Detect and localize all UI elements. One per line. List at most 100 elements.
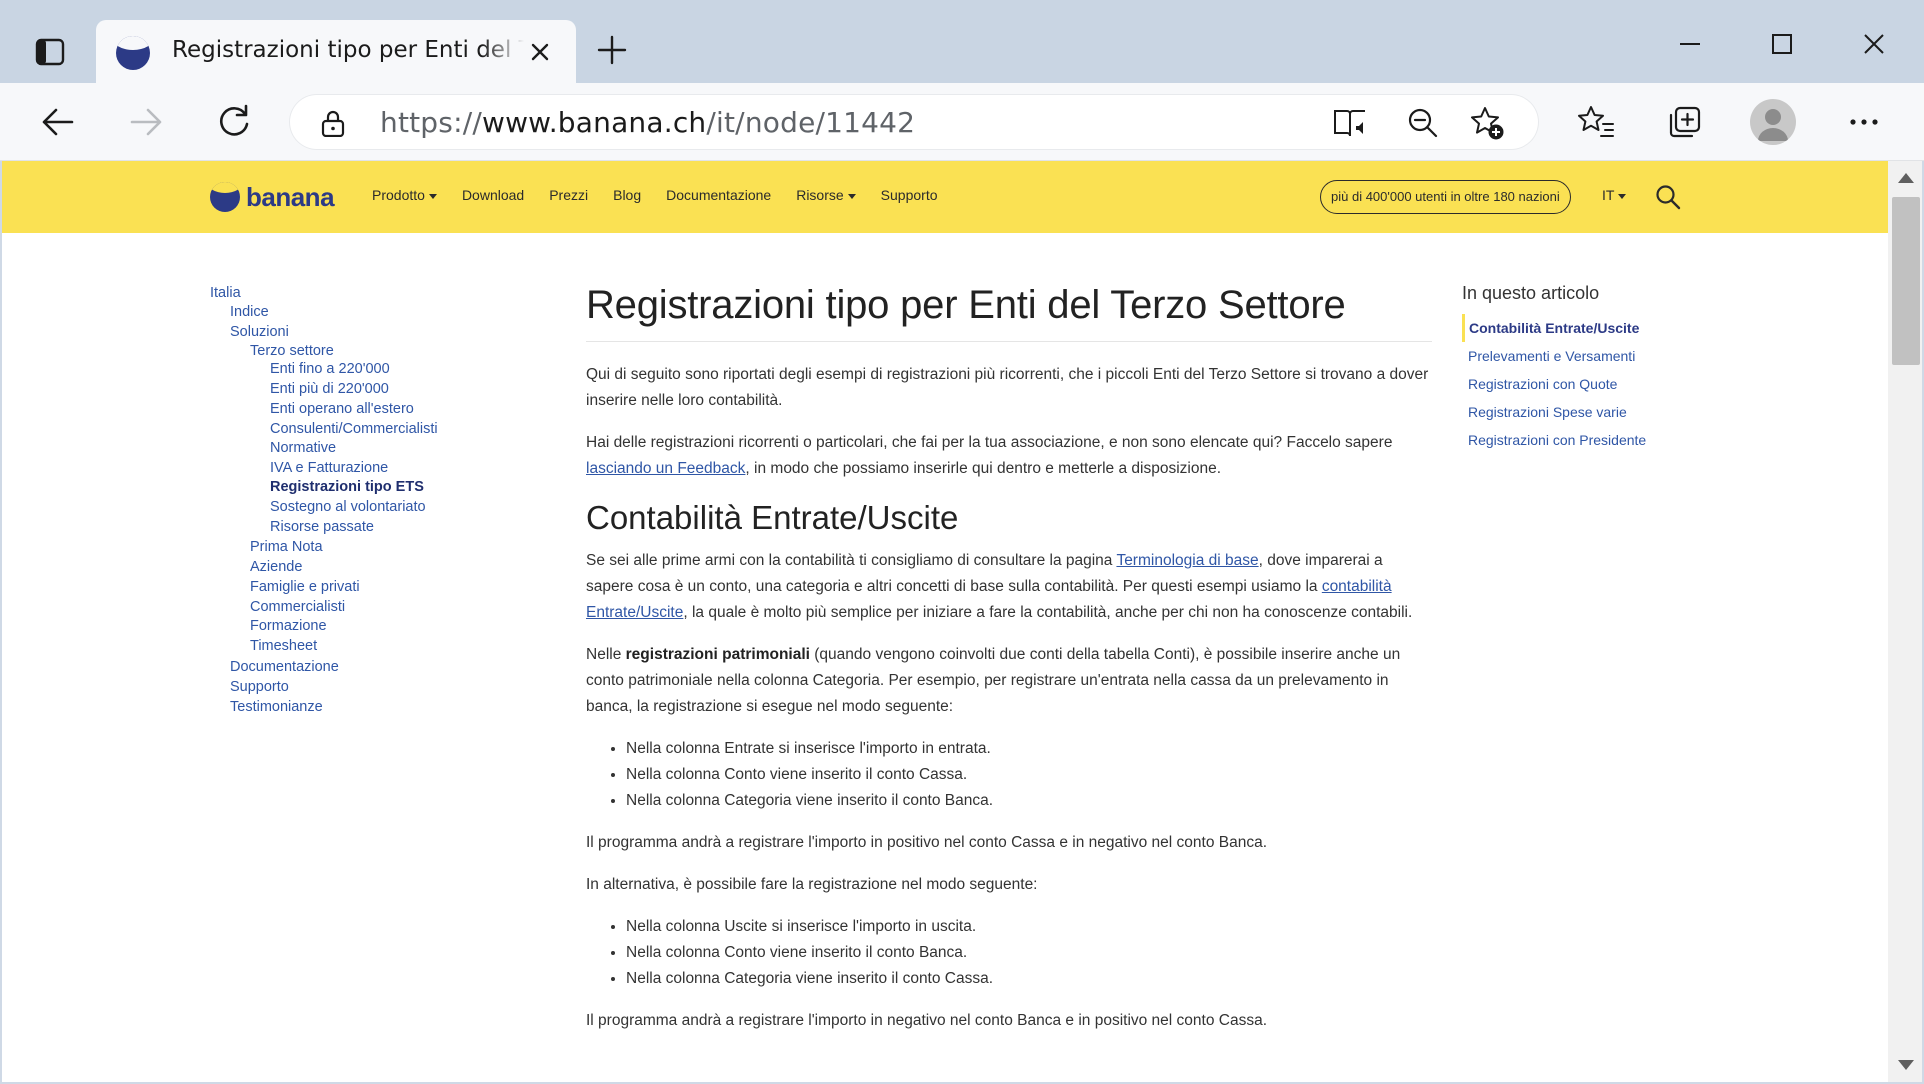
- nav-supporto[interactable]: Supporto: [881, 187, 938, 203]
- feedback-text-pre: Hai delle registrazioni ricorrenti o par…: [586, 434, 1393, 451]
- back-button[interactable]: [34, 99, 82, 145]
- scroll-down-arrow-icon[interactable]: [1898, 1060, 1914, 1070]
- scroll-up-arrow-icon[interactable]: [1898, 173, 1914, 183]
- language-selector[interactable]: IT: [1602, 187, 1627, 203]
- toc-item-presidente[interactable]: Registrazioni con Presidente: [1462, 426, 1702, 454]
- language-label: IT: [1602, 187, 1615, 203]
- toc-item-quote[interactable]: Registrazioni con Quote: [1462, 370, 1702, 398]
- alternative-paragraph: In alternativa, è possibile fare la regi…: [586, 876, 1038, 893]
- site-nav: Prodotto Download Prezzi Blog Documentaz…: [372, 187, 963, 203]
- nav-risorse-label: Risorse: [796, 187, 844, 203]
- bullet-list-uscite: Nella colonna Uscite si inserisce l'impo…: [626, 914, 1432, 992]
- nav-prodotto[interactable]: Prodotto: [372, 187, 437, 203]
- patrimoniali-bold: registrazioni patrimoniali: [625, 646, 810, 663]
- site-logo[interactable]: banana: [210, 181, 335, 213]
- terminology-paragraph: Se sei alle prime armi con la contabilit…: [586, 548, 1432, 626]
- sidebar-item-documentazione[interactable]: Documentazione: [230, 659, 339, 675]
- sidebar-item-aziende[interactable]: Aziende: [250, 559, 302, 575]
- list-item: Nella colonna Uscite si inserisce l'impo…: [626, 914, 1432, 940]
- tab-title: Registrazioni tipo per Enti del Terzo Se…: [172, 37, 524, 63]
- chevron-down-icon: [847, 193, 856, 199]
- url-scheme: https://: [380, 106, 482, 139]
- sidebar-item-soluzioni[interactable]: Soluzioni: [230, 324, 289, 340]
- article-content: Registrazioni tipo per Enti del Terzo Se…: [586, 281, 1432, 1050]
- sidebar-item-formazione[interactable]: Formazione: [250, 618, 327, 634]
- refresh-button[interactable]: [210, 99, 258, 145]
- sidebar-item-famiglie[interactable]: Famiglie e privati: [250, 579, 360, 595]
- sidebar-item-volontariato[interactable]: Sostegno al volontariato: [270, 499, 426, 515]
- list-item: Nella colonna Categoria viene inserito i…: [626, 966, 1432, 992]
- minimize-icon: [1680, 43, 1700, 45]
- chevron-down-icon: [428, 193, 437, 199]
- feedback-paragraph: Hai delle registrazioni ricorrenti o par…: [586, 430, 1432, 482]
- terminology-text-pre: Se sei alle prime armi con la contabilit…: [586, 552, 1117, 569]
- close-window-icon: [1864, 34, 1884, 54]
- sidebar-item-enti-fino[interactable]: Enti fino a 220'000: [270, 361, 390, 377]
- nav-prodotto-label: Prodotto: [372, 187, 425, 203]
- zoom-out-button[interactable]: [1402, 103, 1444, 143]
- address-bar[interactable]: https://www.banana.ch/it/node/11442: [290, 95, 1538, 149]
- chevron-down-icon: [1618, 193, 1627, 199]
- sidebar-item-risorse-passate[interactable]: Risorse passate: [270, 519, 374, 535]
- sidebar-item-enti-piu[interactable]: Enti più di 220'000: [270, 381, 389, 397]
- feedback-link[interactable]: lasciando un Feedback: [586, 460, 745, 477]
- result-paragraph-2: Il programma andrà a registrare l'import…: [586, 1012, 1268, 1029]
- banana-favicon-icon: [116, 36, 150, 70]
- collections-button[interactable]: [1660, 99, 1708, 145]
- tab-strip: Registrazioni tipo per Enti del Terzo Se…: [0, 0, 1924, 84]
- sidebar-item-normative[interactable]: Normative: [270, 440, 336, 456]
- patrimoniali-text-pre: Nelle: [586, 646, 626, 663]
- sidebar-item-iva[interactable]: IVA e Fatturazione: [270, 460, 388, 476]
- settings-menu-button[interactable]: [1840, 99, 1888, 145]
- sidebar-item-commercialisti[interactable]: Commercialisti: [250, 599, 345, 615]
- favorites-button[interactable]: [1572, 99, 1620, 145]
- toc-item-entrate-uscite[interactable]: Contabilità Entrate/Uscite: [1462, 314, 1702, 342]
- star-add-icon: [1471, 107, 1504, 140]
- list-item: Nella colonna Entrate si inserisce l'imp…: [626, 736, 1432, 762]
- table-of-contents: In questo articolo Contabilità Entrate/U…: [1462, 283, 1702, 454]
- nav-download[interactable]: Download: [462, 187, 524, 203]
- sidebar-item-italia[interactable]: Italia: [210, 285, 241, 301]
- site-search-button[interactable]: [1654, 183, 1682, 211]
- sidebar-item-supporto[interactable]: Supporto: [230, 679, 289, 695]
- immersive-reader-button[interactable]: [1330, 103, 1372, 143]
- sidebar-item-registrazioni-ets[interactable]: Registrazioni tipo ETS: [270, 479, 424, 495]
- close-window-button[interactable]: [1852, 24, 1896, 64]
- users-count-badge[interactable]: più di 400'000 utenti in oltre 180 nazio…: [1320, 180, 1571, 214]
- toc-item-spese-varie[interactable]: Registrazioni Spese varie: [1462, 398, 1702, 426]
- nav-risorse[interactable]: Risorse: [796, 187, 856, 203]
- back-arrow-icon: [42, 108, 74, 136]
- page-scrollbar[interactable]: [1888, 161, 1922, 1082]
- add-favorite-button[interactable]: [1466, 103, 1508, 143]
- sidebar-item-terzo-settore[interactable]: Terzo settore: [250, 343, 334, 359]
- tab-actions-icon: [35, 38, 65, 66]
- minimize-button[interactable]: [1668, 24, 1712, 64]
- sidebar-item-consulenti[interactable]: Consulenti/Commercialisti: [270, 421, 438, 437]
- search-icon: [1656, 185, 1681, 210]
- sidebar-item-prima-nota[interactable]: Prima Nota: [250, 539, 323, 555]
- sidebar-item-timesheet[interactable]: Timesheet: [250, 638, 317, 654]
- terminologia-link[interactable]: Terminologia di base: [1116, 552, 1258, 569]
- patrimoniali-paragraph: Nelle registrazioni patrimoniali (quando…: [586, 642, 1432, 720]
- forward-button[interactable]: [122, 99, 170, 145]
- maximize-button[interactable]: [1760, 24, 1804, 64]
- maximize-icon: [1772, 34, 1792, 54]
- profile-avatar[interactable]: [1750, 99, 1796, 145]
- nav-blog[interactable]: Blog: [613, 187, 641, 203]
- sidebar-item-enti-estero[interactable]: Enti operano all'estero: [270, 401, 414, 417]
- plus-icon: [597, 35, 627, 65]
- sidebar-item-indice[interactable]: Indice: [230, 304, 269, 320]
- new-tab-button[interactable]: [590, 28, 634, 72]
- lock-icon[interactable]: [320, 109, 346, 138]
- nav-prezzi[interactable]: Prezzi: [549, 187, 588, 203]
- tab-actions-button[interactable]: [26, 30, 74, 74]
- browser-tab-active[interactable]: Registrazioni tipo per Enti del Terzo Se…: [96, 20, 576, 84]
- tab-close-button[interactable]: [526, 38, 554, 66]
- scrollbar-thumb[interactable]: [1892, 197, 1920, 365]
- nav-documentazione[interactable]: Documentazione: [666, 187, 771, 203]
- toc-item-prelevamenti[interactable]: Prelevamenti e Versamenti: [1462, 342, 1702, 370]
- section-heading-entrate-uscite: Contabilità Entrate/Uscite: [586, 499, 959, 536]
- url-text[interactable]: https://www.banana.ch/it/node/11442: [380, 106, 915, 139]
- user-avatar-icon: [1758, 109, 1788, 141]
- sidebar-item-testimonianze[interactable]: Testimonianze: [230, 699, 323, 715]
